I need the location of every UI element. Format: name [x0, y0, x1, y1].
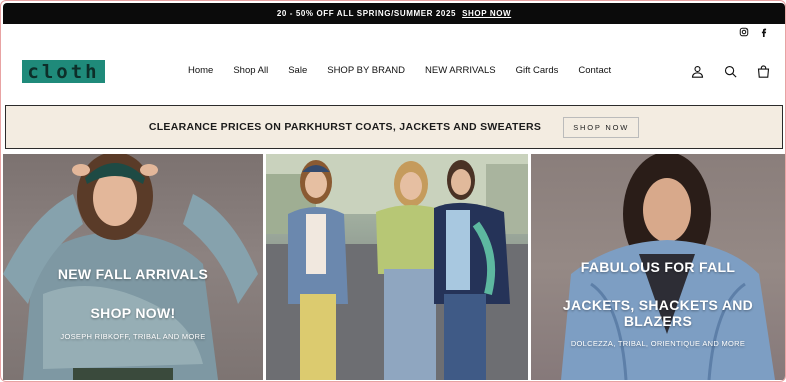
nav-sale[interactable]: Sale — [288, 65, 307, 76]
logo[interactable]: cloth — [22, 60, 105, 83]
tile-3-headline: FABULOUS FOR FALL — [580, 259, 736, 275]
tile-street-photo[interactable] — [266, 154, 528, 380]
tile-2-photo — [266, 154, 528, 380]
tile-1-subtitle: JOSEPH RIBKOFF, TRIBAL AND MORE — [60, 332, 206, 341]
instagram-icon[interactable] — [739, 27, 749, 37]
tile-new-fall-arrivals[interactable]: NEW FALL ARRIVALS SHOP NOW! JOSEPH RIBKO… — [3, 154, 263, 380]
promo-shop-now-button[interactable]: SHOP NOW — [563, 116, 640, 138]
cart-icon[interactable] — [756, 64, 771, 79]
social-links — [739, 27, 769, 37]
tile-1-cta[interactable]: SHOP NOW! — [3, 305, 263, 321]
search-icon[interactable] — [723, 64, 738, 79]
announcement-bar: 20 - 50% OFF ALL SPRING/SUMMER 2025 SHOP… — [3, 3, 785, 24]
nav-home[interactable]: Home — [188, 65, 213, 76]
promo-banner: CLEARANCE PRICES ON PARKHURST COATS, JAC… — [5, 105, 783, 149]
logo-text: cloth — [27, 60, 100, 83]
main-nav: Home Shop All Sale SHOP BY BRAND NEW ARR… — [188, 65, 631, 76]
announcement-text: 20 - 50% OFF ALL SPRING/SUMMER 2025 — [276, 9, 457, 18]
page-frame: 20 - 50% OFF ALL SPRING/SUMMER 2025 SHOP… — [0, 0, 786, 382]
account-icon[interactable] — [690, 64, 705, 79]
announcement-shop-now-link[interactable]: SHOP NOW — [462, 9, 511, 18]
nav-contact[interactable]: Contact — [578, 65, 611, 76]
site-header: cloth Home Shop All Sale SHOP BY BRAND N… — [1, 43, 785, 99]
tile-3-cta[interactable]: JACKETS, SHACKETS AND BLAZERS — [531, 297, 785, 329]
nav-shop-all[interactable]: Shop All — [233, 65, 268, 76]
tile-fabulous-for-fall[interactable]: FABULOUS FOR FALL JACKETS, SHACKETS AND … — [531, 154, 785, 380]
promo-text: CLEARANCE PRICES ON PARKHURST COATS, JAC… — [148, 121, 542, 133]
nav-shop-by-brand[interactable]: SHOP BY BRAND — [327, 65, 405, 76]
facebook-icon[interactable] — [759, 27, 769, 37]
nav-new-arrivals[interactable]: NEW ARRIVALS — [425, 65, 496, 76]
tile-3-subtitle: DOLCEZZA, TRIBAL, ORIENTIQUE AND MORE — [570, 339, 746, 348]
header-actions — [690, 64, 771, 79]
tile-1-headline: NEW FALL ARRIVALS — [57, 266, 209, 282]
nav-gift-cards[interactable]: Gift Cards — [516, 65, 559, 76]
